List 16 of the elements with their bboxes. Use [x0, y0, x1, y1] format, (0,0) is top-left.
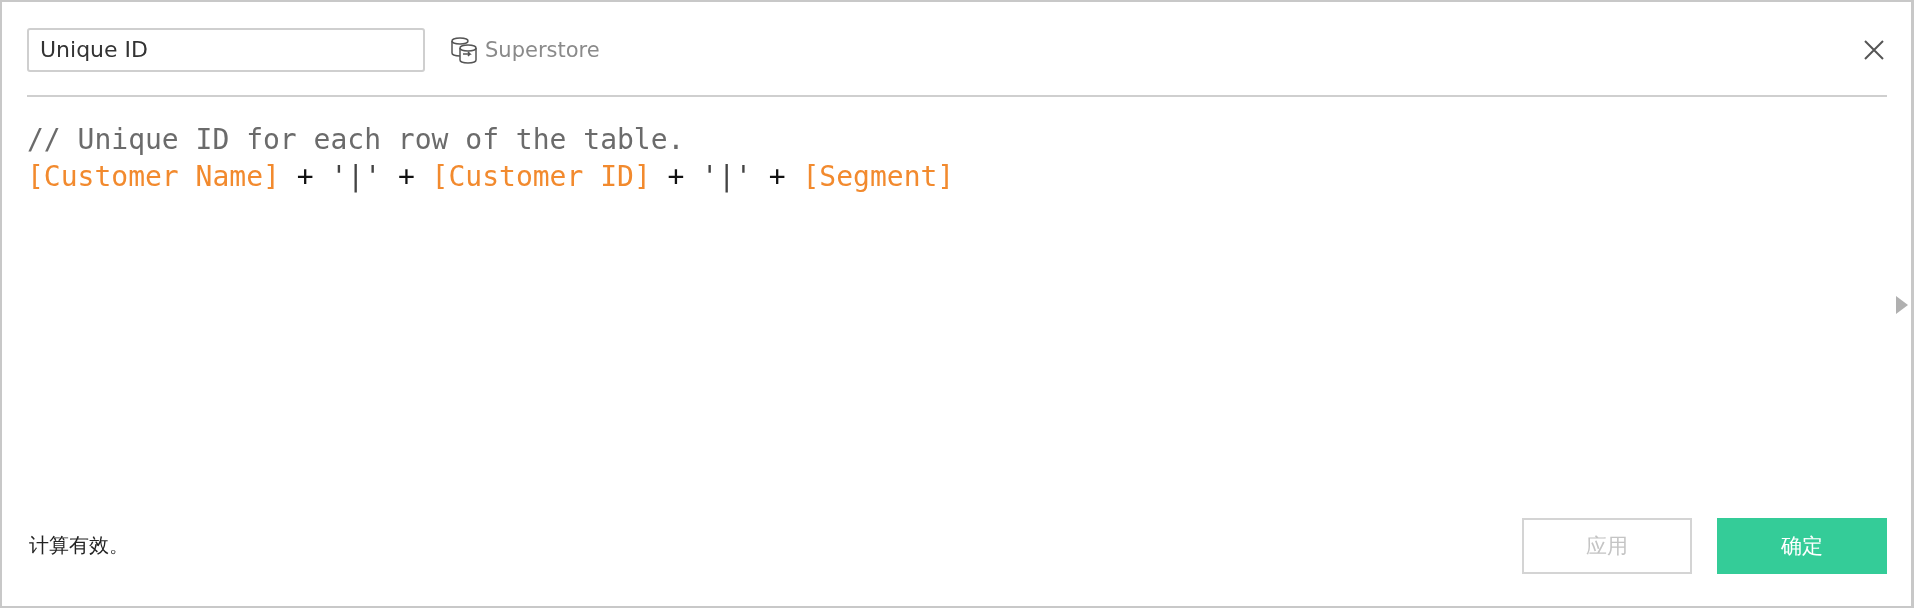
code-operator: + [666, 160, 686, 193]
data-source-label: Superstore [485, 37, 600, 62]
field-reference: [Segment] [802, 160, 955, 193]
ok-button[interactable]: 确定 [1717, 517, 1887, 574]
code-operator: + [295, 160, 315, 193]
string-literal: '|' [701, 160, 752, 193]
code-operator: + [396, 160, 416, 193]
field-reference: [Customer Name] [27, 160, 280, 193]
database-icon [449, 34, 479, 65]
field-reference: [Customer ID] [431, 160, 651, 193]
status-message: 计算有效。 [29, 532, 129, 559]
name-field[interactable]: Unique ID [27, 27, 425, 72]
close-icon[interactable] [1863, 38, 1885, 61]
code-comment: // Unique ID for each row of the table. [27, 123, 685, 156]
string-literal: '|' [330, 160, 382, 193]
code-operator: + [767, 160, 787, 193]
